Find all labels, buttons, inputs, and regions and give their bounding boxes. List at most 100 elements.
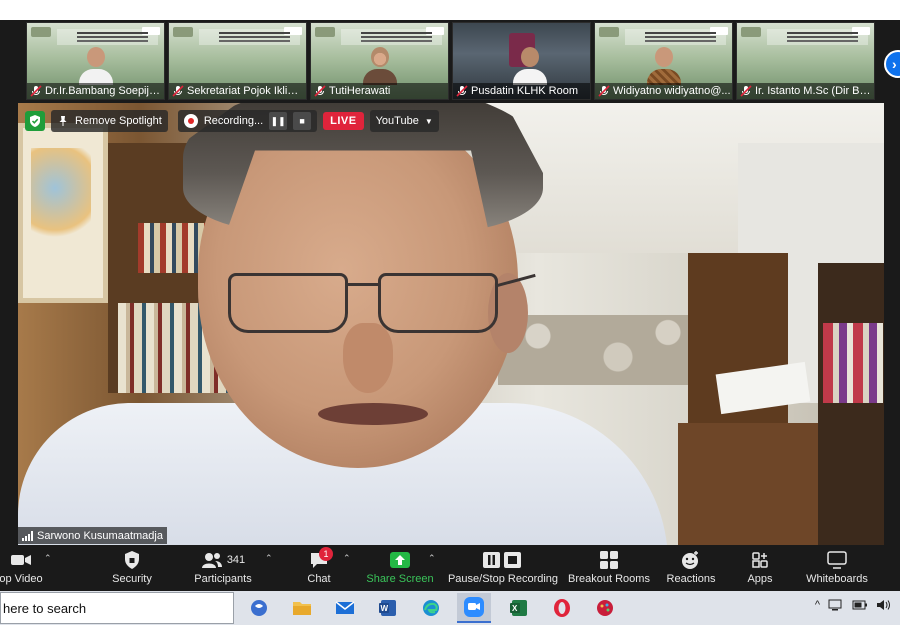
participant-thumbnail[interactable]: Ir. Istanto M.Sc (Dir BU... xyxy=(736,22,875,100)
participants-caret-icon[interactable]: ⌃ xyxy=(265,553,273,564)
participants-icon xyxy=(201,553,222,568)
security-label: Security xyxy=(112,573,152,585)
chat-bubble-icon: 1 xyxy=(309,547,333,571)
caret-down-icon: ▼ xyxy=(424,116,433,126)
whiteboards-button[interactable]: Whiteboards xyxy=(802,545,872,591)
mic-muted-icon xyxy=(598,85,610,97)
system-tray: ^ xyxy=(815,599,892,611)
smiley-face-icon xyxy=(681,549,701,571)
event-logo xyxy=(315,27,335,37)
slide-title-block xyxy=(57,29,158,45)
chevron-up-icon[interactable]: ^ xyxy=(815,599,820,611)
participant-nameplate: Widiyatno widiyatno@... xyxy=(595,83,732,99)
participants-icon-group: 341 xyxy=(201,549,245,571)
chat-label: Chat xyxy=(307,573,331,585)
video-camera-icon xyxy=(10,549,32,571)
security-shield-icon[interactable] xyxy=(25,111,45,131)
slide-title-block xyxy=(341,29,442,45)
breakout-rooms-label: Breakout Rooms xyxy=(568,573,650,585)
paint-icon[interactable] xyxy=(588,593,622,623)
reactions-button[interactable]: Reactions xyxy=(666,545,716,591)
share-options-caret-icon[interactable]: ⌃ xyxy=(428,553,436,564)
slide-title-block xyxy=(767,29,868,45)
chat-caret-icon[interactable]: ⌃ xyxy=(343,553,351,564)
svg-text:W: W xyxy=(381,604,389,613)
speaker-glasses xyxy=(218,253,536,333)
participant-video-figure xyxy=(79,47,113,85)
participant-nameplate: Dr.Ir.Bambang Soepija... xyxy=(27,83,164,99)
teams-icon[interactable] xyxy=(242,593,276,623)
whiteboard-icon xyxy=(827,549,847,571)
taskbar-search-box[interactable]: here to search xyxy=(0,592,234,624)
battery-icon[interactable] xyxy=(852,600,868,610)
live-badge[interactable]: LIVE xyxy=(323,112,364,130)
participant-name: Sekretariat Pojok Iklim - A... xyxy=(187,85,306,97)
window-top-strip xyxy=(0,0,900,20)
participants-button[interactable]: 341 Participants xyxy=(190,545,256,591)
network-icon[interactable] xyxy=(828,599,844,611)
zoom-icon[interactable] xyxy=(457,593,491,623)
pause-stop-recording-label: Pause/Stop Recording xyxy=(447,573,559,585)
speaker-volume-icon[interactable] xyxy=(876,599,892,611)
active-speaker-video xyxy=(18,103,884,545)
mail-icon[interactable] xyxy=(328,593,362,623)
active-speaker-name: Sarwono Kusumaatmadja xyxy=(37,529,163,542)
pause-recording-icon[interactable]: ❚❚ xyxy=(269,112,288,130)
slide-title-block xyxy=(199,29,300,45)
opera-icon[interactable] xyxy=(545,593,579,623)
excel-icon[interactable]: X xyxy=(502,593,536,623)
pause-stop-icons xyxy=(482,549,524,571)
share-screen-button[interactable]: Share Screen xyxy=(366,545,434,591)
shield-icon xyxy=(123,549,141,571)
event-logo xyxy=(31,27,51,37)
breakout-rooms-button[interactable]: Breakout Rooms xyxy=(568,545,650,591)
recording-dot-icon xyxy=(183,114,198,128)
participant-thumbnail[interactable]: Dr.Ir.Bambang Soepija... xyxy=(26,22,165,100)
security-button[interactable]: Security xyxy=(108,545,156,591)
pause-stop-recording-button[interactable]: Pause/Stop Recording xyxy=(447,545,559,591)
remove-spotlight-label: Remove Spotlight xyxy=(75,115,162,127)
chat-unread-badge: 1 xyxy=(319,547,333,561)
breakout-rooms-grid-icon xyxy=(599,549,619,571)
participant-nameplate: TutiHerawati xyxy=(311,83,448,99)
meeting-toolbar: op Video ⌃ Security 341 Participants ⌃ 1… xyxy=(0,545,900,591)
slide-title-block xyxy=(625,29,726,45)
recording-label: Recording... xyxy=(203,115,264,127)
participant-thumbnail[interactable]: Pusdatin KLHK Room xyxy=(452,22,591,100)
search-placeholder: here to search xyxy=(3,600,87,616)
participant-video-figure xyxy=(363,47,397,85)
video-overlay-controls: Remove Spotlight Recording... ❚❚ ■ LIVE … xyxy=(25,110,439,132)
mic-muted-icon xyxy=(456,85,468,97)
stop-video-button[interactable]: op Video xyxy=(0,545,43,591)
mic-muted-icon xyxy=(30,85,42,97)
whiteboards-label: Whiteboards xyxy=(806,573,868,585)
stop-video-label: op Video xyxy=(0,573,43,585)
next-page-arrow-icon[interactable]: › xyxy=(884,50,900,78)
remove-spotlight-button[interactable]: Remove Spotlight xyxy=(51,110,168,132)
mic-muted-icon xyxy=(740,85,752,97)
chat-button[interactable]: 1 Chat xyxy=(300,545,338,591)
video-options-caret-icon[interactable]: ⌃ xyxy=(44,553,52,564)
participant-name: Ir. Istanto M.Sc (Dir BU... xyxy=(755,85,874,97)
participant-thumbnail[interactable]: Sekretariat Pojok Iklim - A... xyxy=(168,22,307,100)
word-icon[interactable]: W xyxy=(371,593,405,623)
stop-recording-icon[interactable]: ■ xyxy=(293,112,312,130)
windows-taskbar: here to search W X ^ xyxy=(0,591,900,625)
participant-nameplate: Sekretariat Pojok Iklim - A... xyxy=(169,83,306,99)
participants-label: Participants xyxy=(194,573,252,585)
participants-count: 341 xyxy=(226,554,246,566)
youtube-stream-dropdown[interactable]: YouTube ▼ xyxy=(369,110,439,132)
svg-text:X: X xyxy=(512,604,518,613)
file-explorer-icon[interactable] xyxy=(285,593,319,623)
recording-indicator: Recording... ❚❚ ■ xyxy=(177,110,318,132)
participant-video-figure xyxy=(513,47,547,85)
youtube-label: YouTube xyxy=(375,115,419,127)
apps-button[interactable]: Apps xyxy=(743,545,777,591)
participant-thumbnail[interactable]: Widiyatno widiyatno@... xyxy=(594,22,733,100)
participant-name: Pusdatin KLHK Room xyxy=(471,85,578,97)
share-screen-arrow-icon xyxy=(389,549,411,571)
event-logo xyxy=(599,27,619,37)
spotlight-pin-icon xyxy=(59,116,67,126)
edge-icon[interactable] xyxy=(414,593,448,623)
participant-thumbnail[interactable]: TutiHerawati xyxy=(310,22,449,100)
